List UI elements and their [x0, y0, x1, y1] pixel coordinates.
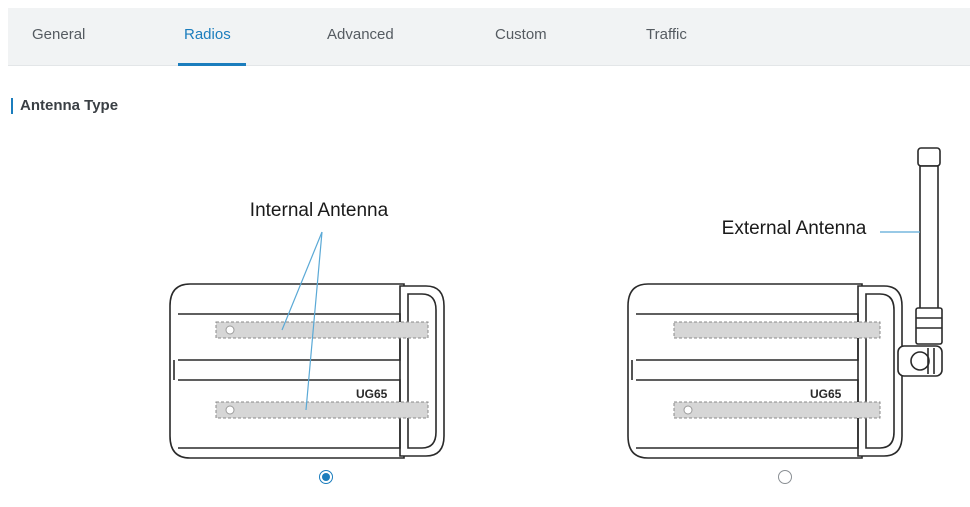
- internal-antenna-radio[interactable]: [319, 470, 333, 484]
- external-device-model-label: UG65: [810, 387, 842, 401]
- external-antenna-device-image[interactable]: [627, 147, 943, 459]
- external-antenna-label: External Antenna: [722, 218, 867, 239]
- page: General Radios Advanced Custom Traffic A…: [8, 8, 970, 507]
- antenna-illustrations: Internal Antenna UG65 External Antenna U…: [169, 147, 943, 459]
- internal-antenna-label: Internal Antenna: [250, 200, 389, 221]
- internal-antenna-device-image[interactable]: [169, 231, 445, 459]
- internal-device-model-label: UG65: [356, 387, 388, 401]
- external-antenna-radio[interactable]: [778, 470, 792, 484]
